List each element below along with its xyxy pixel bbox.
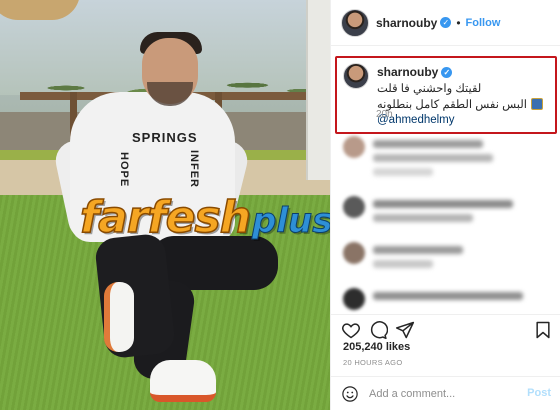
post-side-panel: sharnouby ✓ • Follow sharnouby ✓ لقيتك و… [330, 0, 560, 410]
hoodie-print-infer: INFER [188, 150, 200, 188]
comment-icon[interactable] [368, 320, 388, 340]
emoji-icon[interactable] [341, 385, 359, 403]
caption-line-2: البس نفس الطقم كامل بنطلونه [377, 99, 527, 111]
action-bar [331, 314, 560, 340]
hoodie-print-hope: HOPE [118, 152, 130, 188]
follow-button[interactable]: Follow [466, 17, 501, 29]
add-comment-row: Post [331, 376, 560, 410]
redacted-comment-text [373, 246, 463, 254]
avatar[interactable] [343, 288, 365, 310]
caption-username[interactable]: sharnouby [377, 65, 438, 79]
avatar[interactable] [343, 136, 365, 158]
caption-timestamp: 20h [376, 109, 393, 120]
person-hoodie [70, 92, 235, 242]
person-shoe-left [104, 282, 134, 352]
person-shoe-right [150, 360, 216, 402]
redacted-comment-text [373, 292, 523, 300]
redacted-comment-text [373, 154, 493, 162]
redacted-comment-meta [373, 168, 433, 176]
avatar[interactable] [343, 242, 365, 264]
redacted-comment-text [373, 214, 473, 222]
post-photo[interactable]: SPRINGS INFER HOPE farfesh plus.com [0, 0, 330, 410]
photo-sign-post [306, 0, 330, 180]
post-comment-button[interactable]: Post [527, 387, 551, 399]
redacted-comment-text [373, 200, 513, 208]
caption-line-2-row: البس نفس الطقم كامل بنطلونه [377, 97, 543, 111]
post-header: sharnouby ✓ • Follow [331, 0, 560, 46]
caption-line-1: لقيتك واحشني فا قلت [377, 83, 482, 95]
list-item [339, 238, 557, 284]
verified-icon: ✓ [441, 66, 453, 78]
comment-input[interactable] [369, 386, 519, 402]
share-icon[interactable] [395, 320, 415, 340]
redacted-comment-text [373, 140, 483, 148]
post-timestamp: 20 HOURS AGO [343, 358, 403, 367]
bookmark-icon[interactable] [533, 320, 553, 340]
caption-username-row: sharnouby ✓ [377, 65, 453, 79]
heart-icon[interactable] [341, 320, 361, 340]
header-separator: • [456, 15, 461, 30]
avatar[interactable] [341, 8, 369, 37]
verified-icon: ✓ [440, 17, 452, 28]
list-item [339, 192, 557, 238]
likes-count[interactable]: 205,240 likes [343, 341, 410, 353]
caption-highlight: sharnouby ✓ لقيتك واحشني فا قلت البس نفس… [335, 56, 557, 134]
caption-avatar[interactable] [343, 63, 369, 89]
emoji-icon [530, 98, 543, 110]
hoodie-print-springs: SPRINGS [132, 130, 198, 145]
redacted-comment-meta [373, 260, 433, 268]
avatar[interactable] [343, 196, 365, 218]
header-username[interactable]: sharnouby [376, 16, 437, 30]
list-item [339, 132, 557, 178]
